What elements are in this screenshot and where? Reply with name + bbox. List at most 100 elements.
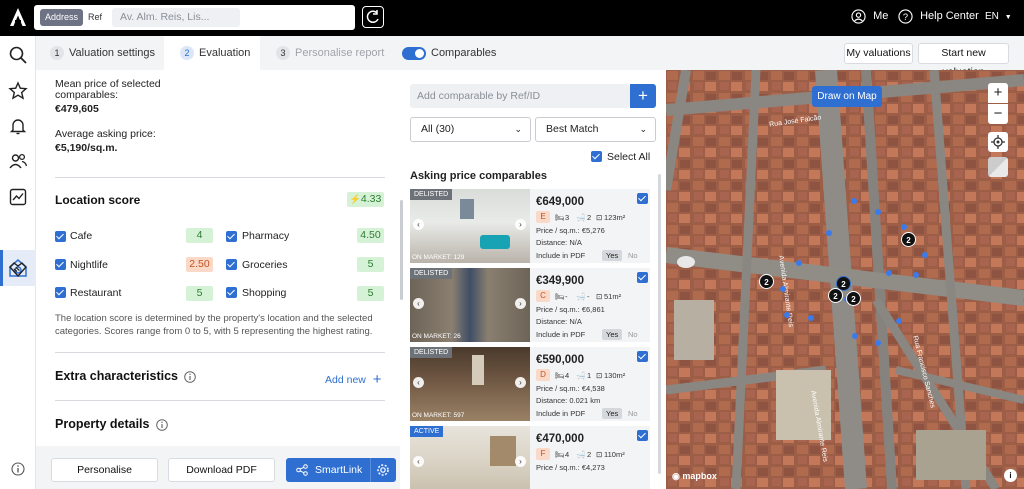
- comparable-dot[interactable]: [780, 286, 786, 292]
- amenity-checkbox-shopping[interactable]: [226, 287, 237, 298]
- layer-toggle-button[interactable]: [988, 157, 1008, 177]
- user-icon: [851, 9, 866, 24]
- info-icon[interactable]: [184, 371, 196, 383]
- chevron-left-icon[interactable]: ‹: [413, 377, 424, 388]
- users-icon[interactable]: [7, 150, 29, 172]
- help-center-link[interactable]: ? Help Center: [898, 9, 979, 24]
- sort-select[interactable]: Best Match ⌄: [535, 117, 656, 142]
- gear-icon[interactable]: [376, 463, 390, 477]
- filter-select[interactable]: All (30) ⌄: [410, 117, 531, 142]
- amenity-checkbox-groceries[interactable]: [226, 259, 237, 270]
- amenity-checkbox-nightlife[interactable]: [55, 259, 66, 270]
- comparable-checkbox[interactable]: [637, 193, 648, 204]
- search-icon[interactable]: [7, 44, 29, 66]
- comparable-checkbox[interactable]: [637, 272, 648, 283]
- chevron-right-icon[interactable]: ›: [515, 298, 526, 309]
- bedrooms-value: 3: [565, 213, 570, 222]
- star-icon[interactable]: [7, 80, 29, 102]
- comparable-checkbox[interactable]: [637, 351, 648, 362]
- chevron-right-icon[interactable]: ›: [515, 456, 526, 467]
- comparable-dot[interactable]: [808, 315, 814, 321]
- energy-grade-badge: E: [536, 211, 550, 223]
- add-comparable-input[interactable]: Add comparable by Ref/ID: [410, 84, 630, 108]
- refresh-button[interactable]: [362, 6, 384, 28]
- address-input[interactable]: Av. Alm. Reis, Lis...: [112, 8, 240, 27]
- language-select[interactable]: EN ▼: [985, 11, 1012, 22]
- include-yes-option[interactable]: Yes: [602, 329, 623, 340]
- comparable-dot[interactable]: [875, 209, 881, 215]
- smartlink-label: SmartLink: [315, 464, 363, 476]
- personalise-button[interactable]: Personalise: [51, 458, 158, 482]
- zoom-out-button[interactable]: −: [988, 104, 1008, 124]
- comparable-dot[interactable]: [922, 252, 928, 258]
- handshake-icon[interactable]: [7, 258, 29, 280]
- comparable-dot[interactable]: [913, 272, 919, 278]
- tab-personalise-report[interactable]: 3 Personalise report: [276, 36, 384, 70]
- amenity-score-nightlife: 2.50: [186, 257, 213, 272]
- chevron-right-icon[interactable]: ›: [515, 377, 526, 388]
- tab-evaluation[interactable]: 2 Evaluation: [164, 36, 260, 70]
- cluster-pin[interactable]: 2: [828, 288, 843, 303]
- search-mode-address[interactable]: Address: [40, 9, 84, 26]
- cluster-pin[interactable]: 2: [901, 232, 916, 247]
- comparable-dot[interactable]: [901, 224, 907, 230]
- zoom-in-button[interactable]: +: [988, 83, 1008, 103]
- include-no-option[interactable]: No: [628, 330, 638, 339]
- cluster-pin[interactable]: 2: [759, 274, 774, 289]
- include-no-option[interactable]: No: [628, 251, 638, 260]
- chevron-left-icon[interactable]: ‹: [413, 219, 424, 230]
- comparable-dot[interactable]: [796, 260, 802, 266]
- tab-number: 3: [276, 46, 290, 61]
- include-no-option[interactable]: No: [628, 409, 638, 418]
- bedrooms-value: -: [565, 292, 568, 301]
- comparable-dot[interactable]: [852, 333, 858, 339]
- chevron-left-icon[interactable]: ‹: [413, 456, 424, 467]
- user-menu[interactable]: Me: [851, 9, 888, 24]
- comparable-card[interactable]: DELISTED ‹ › ON MARKET: 26 €349,900 C 🛏 -…: [410, 268, 650, 342]
- comparable-card[interactable]: DELISTED ‹ › ON MARKET: 129 €649,000 E 🛏…: [410, 189, 650, 263]
- start-new-valuation-button[interactable]: Start new valuation: [918, 43, 1009, 78]
- amenity-checkbox-restaurant[interactable]: [55, 287, 66, 298]
- comparable-dot[interactable]: [886, 270, 892, 276]
- comparable-dot[interactable]: [784, 312, 790, 318]
- divider: [370, 458, 371, 482]
- wall-art-decoration: [460, 199, 474, 219]
- add-comparable-button[interactable]: +: [630, 84, 656, 108]
- comparable-dot[interactable]: [875, 340, 881, 346]
- amenity-checkbox-cafe[interactable]: [55, 231, 66, 242]
- comparables-scrollbar[interactable]: [658, 174, 661, 474]
- comparable-checkbox[interactable]: [637, 430, 648, 441]
- chevron-right-icon[interactable]: ›: [515, 219, 526, 230]
- cluster-pin[interactable]: 2: [846, 291, 861, 306]
- comparable-card[interactable]: ACTIVE ‹ › €470,000 F 🛏 4 🛁 2 ⊡ 110m² Price…: [410, 426, 650, 489]
- add-new-button[interactable]: Add new +: [325, 370, 382, 388]
- info-icon[interactable]: [11, 462, 25, 476]
- left-panel-scrollbar[interactable]: [400, 200, 403, 300]
- tab-valuation-settings[interactable]: 1 Valuation settings: [50, 36, 155, 70]
- search-mode-ref[interactable]: Ref: [88, 9, 102, 26]
- info-icon[interactable]: [156, 419, 168, 431]
- include-yes-option[interactable]: Yes: [602, 408, 623, 419]
- amenity-checkbox-pharmacy[interactable]: [226, 231, 237, 242]
- my-valuations-button[interactable]: My valuations: [844, 43, 913, 64]
- map-view[interactable]: Rua José Falcão Avenida Almirante Reis R…: [666, 70, 1024, 489]
- comparable-card[interactable]: DELISTED ‹ › ON MARKET: 597 €590,000 D 🛏…: [410, 347, 650, 421]
- draw-on-map-button[interactable]: Draw on Map: [812, 86, 882, 107]
- chart-icon[interactable]: [7, 186, 29, 208]
- locate-button[interactable]: [988, 132, 1008, 152]
- help-label: Help Center: [920, 10, 979, 23]
- smartlink-button[interactable]: SmartLink: [286, 458, 369, 482]
- comparable-dot[interactable]: [826, 230, 832, 236]
- download-pdf-button[interactable]: Download PDF: [168, 458, 275, 482]
- chevron-left-icon[interactable]: ‹: [413, 298, 424, 309]
- comparables-toggle[interactable]: [402, 47, 426, 60]
- sort-value: Best Match: [546, 123, 599, 135]
- select-all-checkbox[interactable]: [591, 151, 602, 162]
- bell-icon[interactable]: [7, 115, 29, 137]
- comparable-dot[interactable]: [851, 198, 857, 204]
- price-per-sqm: Price / sq.m.: €6,861: [536, 305, 605, 314]
- comparable-dot[interactable]: [896, 318, 902, 324]
- map-info-icon[interactable]: i: [1004, 469, 1017, 482]
- app-logo-icon[interactable]: [8, 6, 28, 28]
- include-yes-option[interactable]: Yes: [602, 250, 623, 261]
